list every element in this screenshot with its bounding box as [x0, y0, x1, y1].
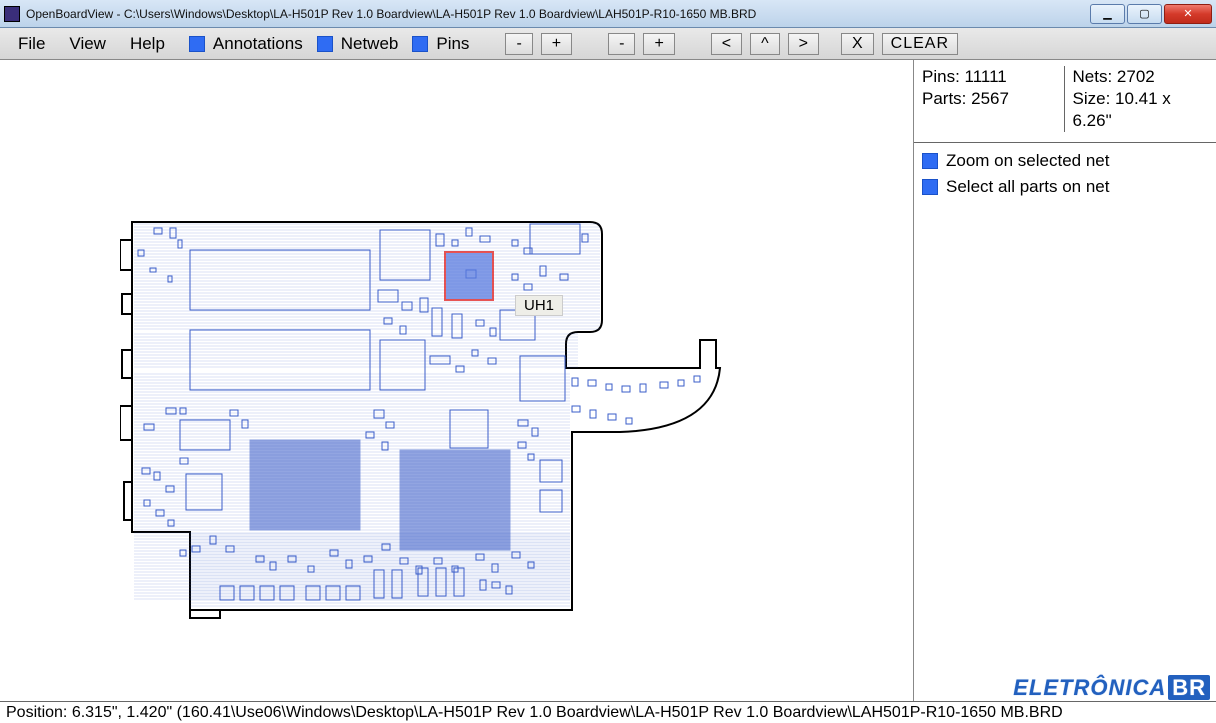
- parts-label: Parts:: [922, 89, 966, 108]
- zoom-in-button[interactable]: +: [541, 33, 572, 55]
- netweb-label: Netweb: [341, 34, 399, 54]
- menu-help[interactable]: Help: [120, 32, 175, 56]
- annotations-checkbox[interactable]: [189, 36, 205, 52]
- board-canvas[interactable]: UH1: [0, 60, 914, 701]
- selected-component-highlight: [445, 252, 493, 300]
- selected-component-label: UH1: [515, 295, 563, 316]
- pan-left-button[interactable]: <: [711, 33, 742, 55]
- select-parts-checkbox[interactable]: [922, 179, 938, 195]
- zoom-in-2-button[interactable]: +: [643, 33, 674, 55]
- main-toolbar: File View Help Annotations Netweb Pins -…: [0, 28, 1216, 60]
- size-label: Size:: [1073, 89, 1111, 108]
- nets-value: 2702: [1117, 67, 1155, 86]
- status-text: Position: 6.315", 1.420" (160.41\Use06\W…: [6, 704, 1063, 721]
- pan-up-button[interactable]: ^: [750, 33, 780, 55]
- stats-box: Pins: 11111 Parts: 2567 Nets: 2702 Size:…: [914, 60, 1216, 143]
- clear-button[interactable]: CLEAR: [882, 33, 958, 55]
- window-titlebar: OpenBoardView - C:\Users\Windows\Desktop…: [0, 0, 1216, 28]
- zoom-out-2-button[interactable]: -: [608, 33, 635, 55]
- nets-label: Nets:: [1073, 67, 1113, 86]
- close-button[interactable]: ✕: [1164, 4, 1212, 24]
- pcb-render: UH1: [120, 210, 740, 635]
- parts-value: 2567: [971, 89, 1009, 108]
- zoom-out-button[interactable]: -: [505, 33, 532, 55]
- pins-value: 11111: [965, 67, 1007, 86]
- maximize-button[interactable]: ▢: [1127, 4, 1162, 24]
- x-button[interactable]: X: [841, 33, 874, 55]
- status-bar: Position: 6.315", 1.420" (160.41\Use06\W…: [0, 701, 1216, 723]
- zoom-on-net-label: Zoom on selected net: [946, 151, 1109, 171]
- pins-checkbox[interactable]: [412, 36, 428, 52]
- pins-label: Pins:: [922, 67, 960, 86]
- zoom-on-net-checkbox[interactable]: [922, 153, 938, 169]
- menu-file[interactable]: File: [8, 32, 55, 56]
- app-icon: [4, 6, 20, 22]
- annotations-label: Annotations: [213, 34, 303, 54]
- netweb-checkbox[interactable]: [317, 36, 333, 52]
- menu-view[interactable]: View: [59, 32, 116, 56]
- pan-right-button[interactable]: >: [788, 33, 819, 55]
- pins-label: Pins: [436, 34, 469, 54]
- minimize-button[interactable]: ▁: [1090, 4, 1125, 24]
- select-parts-label: Select all parts on net: [946, 177, 1109, 197]
- info-panel: Pins: 11111 Parts: 2567 Nets: 2702 Size:…: [914, 60, 1216, 701]
- window-title: OpenBoardView - C:\Users\Windows\Desktop…: [26, 7, 1090, 21]
